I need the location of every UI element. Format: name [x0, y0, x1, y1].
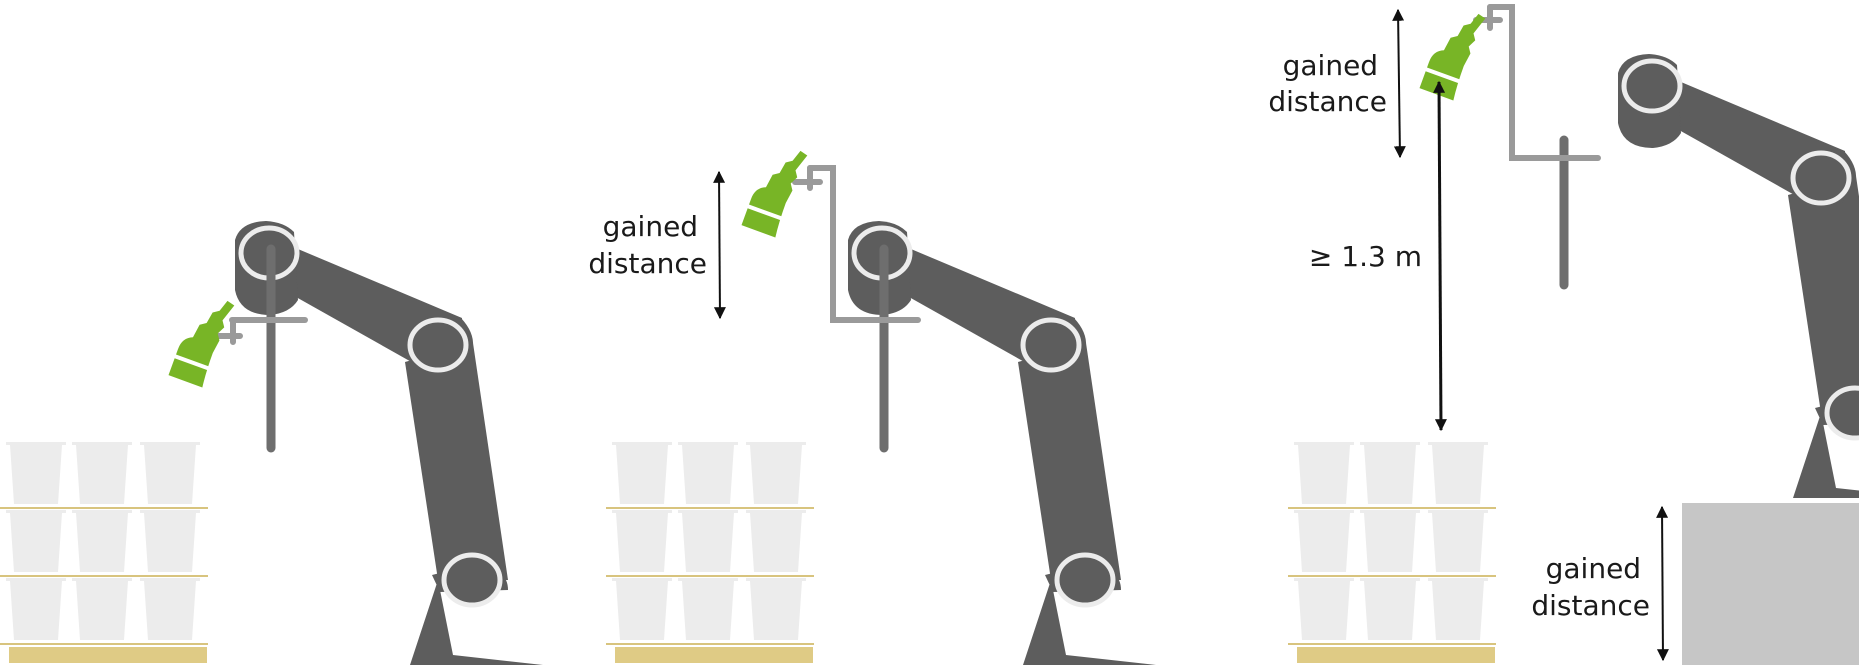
- robot-arm: [848, 221, 1156, 665]
- box: [1360, 442, 1420, 504]
- robot-lower-arm: [405, 343, 508, 580]
- box: [72, 442, 132, 504]
- box: [1360, 578, 1420, 640]
- box: [6, 578, 66, 640]
- panel-raised-tool: gained distance: [588, 150, 1156, 665]
- joint-wrist: [1824, 385, 1859, 441]
- tool-green-icon: [741, 150, 808, 238]
- pallet-stack: [1288, 442, 1496, 663]
- box: [140, 510, 200, 572]
- raised-mount: [1487, 4, 1601, 161]
- box: [1294, 510, 1354, 572]
- reach-height-label: ≥ 1.3 m: [1309, 240, 1422, 273]
- panel-raised-tool-and-pedestal: gained distance ≥ 1.3 m gained distance: [1268, 4, 1859, 665]
- pedestal: [1682, 503, 1859, 665]
- gained-distance-label: gained distance: [1531, 552, 1650, 622]
- reach-height-dimension: ≥ 1.3 m: [1309, 80, 1447, 432]
- box: [1428, 578, 1488, 640]
- joint-wrist: [441, 552, 503, 608]
- gained-distance-label: gained distance: [588, 210, 707, 280]
- box: [678, 442, 738, 504]
- robot-arm: [235, 221, 543, 665]
- box: [1428, 510, 1488, 572]
- joint-shoulder: [1621, 58, 1683, 114]
- joint-elbow: [1790, 150, 1852, 206]
- box: [612, 510, 672, 572]
- dimension-arrow: [1433, 80, 1447, 432]
- pallet: [9, 647, 207, 663]
- box: [746, 510, 806, 572]
- box: [140, 578, 200, 640]
- joint-elbow: [407, 317, 469, 373]
- box: [72, 510, 132, 572]
- gripper-mount: [1419, 4, 1601, 290]
- gained-distance-pedestal-dimension: gained distance: [1531, 505, 1669, 662]
- joint-elbow: [1020, 317, 1082, 373]
- palletizing-diagram: gained distance gained distance ≥ 1.3 m …: [0, 4, 1859, 665]
- dimension-arrow: [1392, 8, 1406, 159]
- robot-arm: [1618, 54, 1859, 498]
- robot-lower-arm: [1018, 343, 1121, 580]
- dimension-arrow: [1656, 505, 1669, 662]
- gained-distance-tool-dimension: gained distance: [1268, 8, 1406, 159]
- gained-distance-label: gained distance: [1268, 49, 1387, 118]
- box: [746, 578, 806, 640]
- box: [678, 510, 738, 572]
- pallet: [1297, 647, 1495, 663]
- box: [612, 442, 672, 504]
- pallet: [615, 647, 813, 663]
- panel-baseline: [0, 221, 543, 665]
- box: [140, 442, 200, 504]
- box: [746, 442, 806, 504]
- box: [6, 510, 66, 572]
- pallet-stack: [606, 442, 814, 663]
- gained-distance-dimension: gained distance: [588, 170, 726, 320]
- dimension-arrow: [713, 170, 726, 320]
- box: [1360, 510, 1420, 572]
- box: [1428, 442, 1488, 504]
- box: [612, 578, 672, 640]
- robot-lower-arm: [1788, 176, 1859, 413]
- box: [72, 578, 132, 640]
- box: [6, 442, 66, 504]
- box: [1294, 578, 1354, 640]
- box: [678, 578, 738, 640]
- box: [1294, 442, 1354, 504]
- pallet-stack: [0, 442, 208, 663]
- joint-wrist: [1054, 552, 1116, 608]
